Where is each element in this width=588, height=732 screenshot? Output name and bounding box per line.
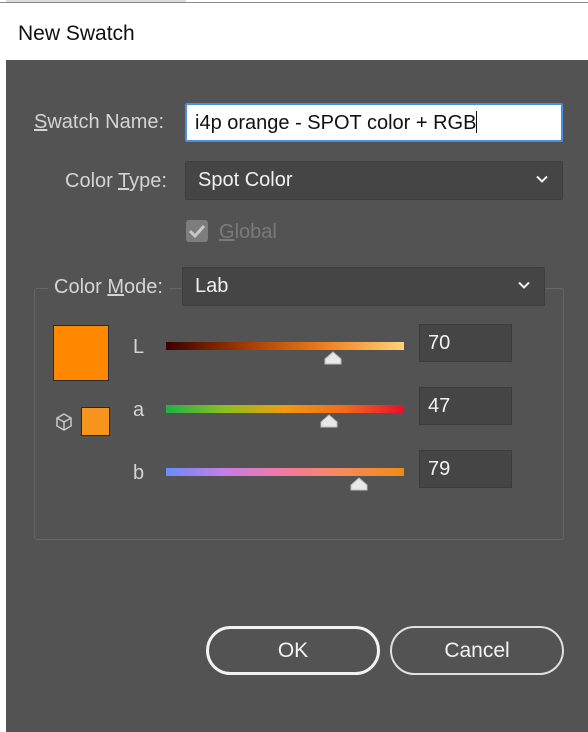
channel-value-input-a[interactable]: 47 [419, 387, 512, 425]
slider-thumb-l[interactable] [324, 351, 342, 365]
swatch-name-input[interactable]: i4p orange - SPOT color + RGB [185, 103, 563, 142]
channel-value-input-b[interactable]: 79 [419, 450, 512, 488]
global-label: Global [219, 221, 277, 243]
slider-thumb-a[interactable] [320, 414, 338, 428]
swatch-name-label: Swatch Name: [34, 111, 165, 133]
channel-label-a: a [133, 399, 145, 421]
color-mode-label: Color Mode: [48, 276, 169, 299]
new-swatch-dialog: Swatch Name: i4p orange - SPOT color + R… [6, 60, 588, 732]
title-bar[interactable]: New Swatch [0, 2, 588, 60]
color-preview-swatch [53, 325, 109, 381]
color-type-label: Color Type: [65, 170, 167, 192]
channel-slider-b[interactable] [166, 468, 404, 476]
out-of-web-gamut-cube-icon[interactable] [54, 412, 74, 432]
channel-label-l: L [133, 336, 145, 358]
color-mode-value: Lab [195, 275, 229, 297]
channel-label-b: b [133, 462, 145, 484]
chevron-down-icon [536, 175, 548, 183]
channel-slider-a[interactable] [166, 405, 404, 413]
color-type-value: Spot Color [198, 169, 293, 191]
channel-slider-l[interactable] [166, 342, 404, 350]
channel-value-input-l[interactable]: 70 [419, 324, 512, 362]
checkmark-icon [188, 224, 206, 239]
web-safe-color-swatch[interactable] [81, 407, 110, 436]
text-caret [476, 111, 478, 133]
window-title: New Swatch [18, 22, 135, 45]
chevron-down-icon [518, 281, 530, 289]
cancel-button[interactable]: Cancel [390, 626, 564, 675]
color-type-select[interactable]: Spot Color [185, 161, 563, 200]
slider-thumb-b[interactable] [350, 477, 368, 491]
ok-button[interactable]: OK [206, 626, 380, 675]
color-mode-select[interactable]: Lab [182, 267, 545, 306]
global-checkbox[interactable] [186, 220, 208, 242]
